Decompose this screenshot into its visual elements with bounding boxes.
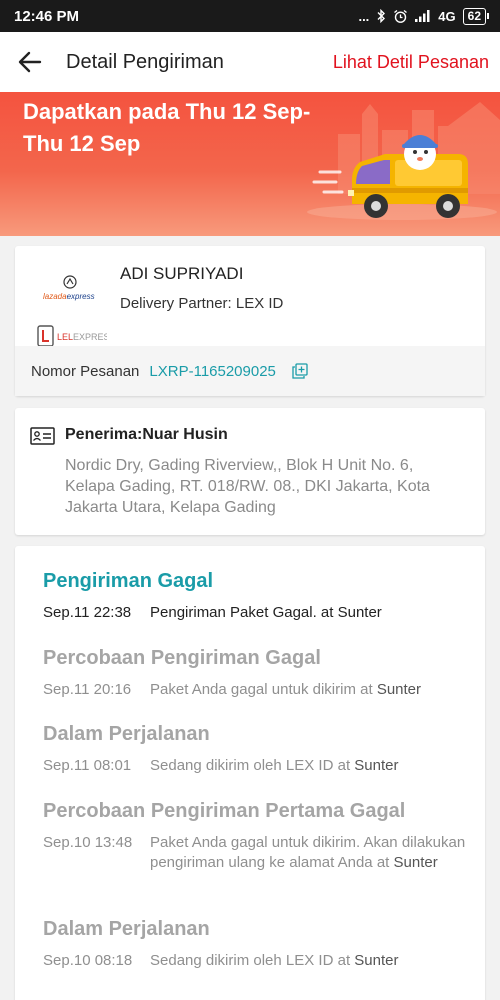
network-type: 4G xyxy=(438,8,456,24)
receiver-name: Penerima:Nuar Husin xyxy=(65,426,228,443)
lazada-express-logo: lazadaexpress xyxy=(43,275,95,301)
tracking-event-time: Sep.10 13:48 xyxy=(43,834,133,851)
id-card-icon xyxy=(30,427,55,445)
delivery-partner-card: lazadaexpress LELEXPRESS ADI SUPRIYADI D… xyxy=(15,246,485,396)
tracking-event-row: Sep.11 08:01 Sedang dikirim oleh LEX ID … xyxy=(43,756,473,776)
tracking-event-desc-text: Paket Anda gagal untuk dikirim at xyxy=(150,681,377,698)
order-number-value[interactable]: LXRP-1165209025 xyxy=(149,363,276,380)
tracking-event-time: Sep.10 08:18 xyxy=(43,952,133,969)
tracking-event-desc-text: Pengiriman Paket Gagal. at xyxy=(150,604,338,621)
tracking-event-desc: Sedang dikirim oleh LEX ID at Sunter xyxy=(150,756,473,776)
signal-icon xyxy=(415,10,431,22)
status-dots: ... xyxy=(358,8,370,24)
tracking-event: Dalam Perjalanan Sep.10 08:18 Sedang dik… xyxy=(43,918,473,971)
tracking-event-time: Sep.11 08:01 xyxy=(43,757,132,774)
tracking-event-desc-text: Sedang dikirim oleh LEX ID at xyxy=(150,757,355,774)
tracking-event-status: Dalam Perjalanan xyxy=(43,918,210,940)
order-number-label: Nomor Pesanan xyxy=(31,362,140,380)
copy-icon[interactable] xyxy=(292,363,308,379)
receiver-card: Penerima:Nuar Husin Nordic Dry, Gading R… xyxy=(15,408,485,535)
status-bar: 12:46 PM ... 4G 62 xyxy=(0,0,500,32)
tracking-event-row: Sep.10 08:18 Sedang dikirim oleh LEX ID … xyxy=(43,951,473,971)
tracking-event-desc: Pengiriman Paket Gagal. at Sunter xyxy=(150,603,473,623)
tracking-event: Percobaan Pengiriman Gagal Sep.11 20:16 … xyxy=(43,647,473,700)
tracking-event-desc: Paket Anda gagal untuk dikirim. Akan dil… xyxy=(150,833,473,873)
tracking-history-card: Pengiriman Gagal Sep.11 22:38 Pengiriman… xyxy=(15,546,485,1000)
delivery-partner-label: Delivery Partner: LEX ID xyxy=(120,295,284,312)
tracking-event-location: Sunter xyxy=(376,681,422,698)
lazada-logo-text: lazadaexpress xyxy=(43,292,95,301)
order-number-row: Nomor Pesanan LXRP-1165209025 xyxy=(15,346,485,396)
view-order-detail-link[interactable]: Lihat Detil Pesanan xyxy=(333,52,489,73)
delivery-van-illustration xyxy=(307,102,500,220)
tracking-event-desc: Paket Anda gagal untuk dikirim at Sunter xyxy=(150,680,473,700)
tracking-event-status: Percobaan Pengiriman Pertama Gagal xyxy=(43,800,406,822)
courier-name: ADI SUPRIYADI xyxy=(120,264,244,283)
status-time: 12:46 PM xyxy=(14,7,80,25)
receiver-address: Nordic Dry, Gading Riverview,, Blok H Un… xyxy=(65,457,430,516)
tracking-event-status: Pengiriman Gagal xyxy=(43,570,214,592)
tracking-event: Dalam Perjalanan Sep.11 08:01 Sedang dik… xyxy=(43,723,473,776)
tracking-event-location: Sunter xyxy=(337,604,382,621)
arrow-left-icon xyxy=(18,51,42,73)
tracking-event-row: Sep.11 22:38 Pengiriman Paket Gagal. at … xyxy=(43,603,473,623)
status-icons: ... 4G 62 xyxy=(358,7,490,25)
tracking-event-status: Percobaan Pengiriman Gagal xyxy=(43,647,321,669)
bluetooth-icon xyxy=(376,9,386,23)
tracking-event-location: Sunter xyxy=(354,952,399,969)
tracking-event: Percobaan Pengiriman Pertama Gagal Sep.1… xyxy=(43,800,473,873)
battery-level: 62 xyxy=(467,8,481,23)
alarm-icon xyxy=(393,9,408,24)
page-title: Detail Pengiriman xyxy=(66,50,224,73)
tracking-event-row: Sep.11 20:16 Paket Anda gagal untuk diki… xyxy=(43,680,473,700)
tracking-event-desc-text: Sedang dikirim oleh LEX ID at xyxy=(150,952,355,969)
tracking-event-time: Sep.11 22:38 xyxy=(43,604,132,621)
tracking-event-location: Sunter xyxy=(393,854,438,871)
battery-icon: 62 xyxy=(462,7,490,25)
delivery-estimate-banner: Dapatkan pada Thu 12 Sep-Thu 12 Sep xyxy=(0,92,500,236)
tracking-event-location: Sunter xyxy=(354,757,399,774)
app-bar: Detail Pengiriman Lihat Detil Pesanan xyxy=(0,32,500,92)
tracking-event-row: Sep.10 13:48 Paket Anda gagal untuk diki… xyxy=(43,833,473,873)
tracking-event-desc: Sedang dikirim oleh LEX ID at Sunter xyxy=(150,951,473,971)
tracking-event-time: Sep.11 20:16 xyxy=(43,681,132,698)
delivery-estimate-text: Dapatkan pada Thu 12 Sep-Thu 12 Sep xyxy=(23,99,311,156)
lel-logo-text: LELEXPRESS xyxy=(57,332,107,342)
tracking-event-status: Dalam Perjalanan xyxy=(43,723,210,745)
tracking-event: Pengiriman Gagal Sep.11 22:38 Pengiriman… xyxy=(43,570,473,623)
back-button[interactable] xyxy=(2,32,58,92)
courier-logos: lazadaexpress LELEXPRESS xyxy=(37,274,117,354)
